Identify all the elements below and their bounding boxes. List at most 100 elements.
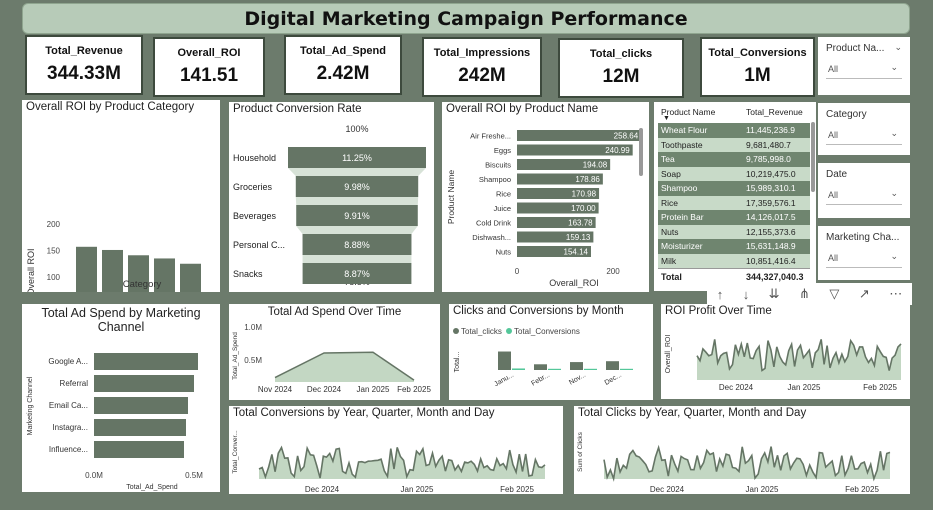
double-arrow-down-icon[interactable]: ⇊	[769, 286, 780, 302]
y-axis-label: Overall ROI	[26, 248, 36, 292]
chart-ad-spend-over-time[interactable]: Total Ad Spend Over Time 1.0M 0.5M Total_A…	[229, 304, 440, 400]
sort-desc-icon[interactable]: ▼	[663, 115, 670, 122]
chevron-down-icon: ⌄	[890, 62, 898, 72]
bar-conversions	[620, 368, 633, 370]
conversion-funnel-svg: 100%78.8%11.25%Household9.98%Groceries9.…	[233, 124, 426, 287]
filter-icon[interactable]: ▽	[829, 286, 839, 302]
slicer-dropdown[interactable]: All ⌄	[826, 127, 902, 145]
chart-roi-by-product[interactable]: Overall ROI by Product Name 258.64 Air Fr…	[442, 102, 649, 292]
x-tick-label: Dec 2024	[719, 383, 754, 392]
category-label: Biscuits	[485, 161, 511, 170]
chart-roi-by-category[interactable]: Overall ROI by Product Category 200 150 10…	[22, 100, 220, 292]
funnel-category-label: Groceries	[233, 182, 273, 192]
revenue-table[interactable]: Product Name Total_Revenue ▼ Wheat Flour…	[654, 102, 816, 291]
chevron-down-icon: ⌄	[890, 128, 898, 138]
funnel-value-label: 8.88%	[344, 240, 370, 250]
dashboard-title-bar: Digital Marketing Campaign Performance	[22, 3, 910, 34]
kpi-label: Total_Conversions	[708, 47, 807, 59]
slicer-marketing-channel[interactable]: Marketing Cha... All ⌄	[818, 226, 910, 280]
bar	[102, 249, 123, 292]
total-label: Total	[661, 272, 682, 282]
arrow-up-icon[interactable]: ↑	[717, 287, 724, 302]
x-tick-label: Febr...	[530, 372, 551, 388]
bar-value-label: 240.99	[605, 146, 630, 155]
bar-value-label: 154.14	[564, 248, 589, 257]
y-axis-label: Total_Conver...	[232, 430, 239, 474]
category-label: Shampoo	[479, 175, 511, 184]
cell-total-revenue: 15,631,148.9	[746, 241, 796, 251]
chart-roi-profit[interactable]: ROI Profit Over Time Overall_ROI Dec 2024…	[661, 304, 910, 399]
cell-product-name: Milk	[661, 255, 677, 266]
table-row[interactable]: Protein Bar 14,126,017.5	[658, 210, 810, 225]
slicer-date[interactable]: Date All ⌄	[818, 163, 910, 218]
table-row[interactable]: Rice 17,359,576.1	[658, 195, 810, 211]
chart-clicks-conversions[interactable]: Clicks and Conversions by Month Total_cl…	[449, 304, 653, 400]
x-tick-label: Dec 2024	[307, 385, 342, 394]
table-row[interactable]: Nuts 12,155,373.6	[658, 224, 810, 240]
table-row[interactable]: Shampoo 15,989,310.1	[658, 181, 810, 196]
y-tick-label: 100	[47, 273, 61, 282]
slicer-category[interactable]: Category All ⌄	[818, 103, 910, 155]
kpi-card-total-revenue: Total_Revenue 344.33M	[25, 35, 143, 95]
category-label: Cold Drink	[476, 219, 511, 228]
bar-conversions	[512, 368, 525, 370]
slicer-value: All	[828, 130, 839, 140]
legend-marker	[506, 328, 512, 334]
y-axis-label: Total...	[454, 352, 461, 373]
category-label: Influence...	[49, 445, 88, 454]
table-row[interactable]: Toothpaste 9,681,480.7	[658, 137, 810, 153]
bar	[76, 246, 97, 292]
chevron-down-icon[interactable]: ⌄	[894, 42, 902, 53]
kpi-card-total-impressions: Total_Impressions 242M	[422, 37, 542, 97]
expand-icon[interactable]: ↗	[859, 286, 870, 302]
chart-conversion-rate[interactable]: Product Conversion Rate 100%78.8%11.25%H…	[229, 102, 434, 292]
table-row[interactable]: Moisturizer 15,631,148.9	[658, 239, 810, 254]
more-icon[interactable]: ⋯	[889, 286, 902, 302]
y-tick-label: 1.0M	[244, 323, 262, 332]
cell-total-revenue: 11,445,236.9	[746, 125, 795, 135]
bar-conversions	[584, 368, 597, 370]
funnel-top-label: 100%	[345, 124, 368, 134]
clicks-conversions-svg: Total_clicks Total_Conversions Total... Jan…	[453, 327, 633, 388]
cell-total-revenue: 10,851,416.4	[746, 255, 796, 266]
kpi-label: Total_Revenue	[45, 45, 123, 57]
table-row[interactable]: Wheat Flour 11,445,236.9	[658, 123, 810, 138]
category-label: Juice	[493, 204, 511, 213]
funnel-connector	[288, 168, 426, 176]
legend-label: Total_clicks	[461, 327, 502, 336]
category-label: Air Freshe...	[470, 132, 511, 141]
bar	[94, 397, 188, 414]
bar-clicks	[534, 364, 547, 370]
chart-clicks-hierarchy[interactable]: Total Clicks by Year, Quarter, Month and…	[574, 406, 910, 494]
slicer-product-name[interactable]: Product Na... ⌄ All ⌄	[818, 37, 910, 95]
column-header-total-revenue[interactable]: Total_Revenue	[746, 107, 803, 117]
slicer-label: Marketing Cha...	[826, 232, 900, 243]
x-tick-label: 0	[515, 267, 520, 276]
x-tick-label: 0.0M	[85, 471, 103, 480]
vertical-scrollbar[interactable]	[639, 128, 643, 176]
x-tick-label: Nov...	[568, 372, 587, 387]
slicer-dropdown[interactable]: All ⌄	[826, 187, 902, 205]
chart-ad-spend-by-channel[interactable]: Total Ad Spend by Marketing Channel Goog…	[22, 304, 220, 492]
bar-clicks	[570, 362, 583, 370]
table-row[interactable]: Milk 10,851,416.4	[658, 253, 810, 269]
fork-icon[interactable]: ⋔	[799, 286, 810, 302]
slicer-dropdown[interactable]: All ⌄	[826, 61, 902, 79]
table-row[interactable]: Soap 10,219,475.0	[658, 166, 810, 182]
chevron-down-icon: ⌄	[890, 251, 898, 261]
area-fill	[259, 447, 545, 479]
category-label: Instagra...	[52, 423, 88, 432]
table-header: Product Name Total_Revenue ▼	[658, 107, 810, 122]
roi-category-svg: 200150100500HouseholdGroceriesBeveragesS…	[26, 220, 201, 292]
chart-conversions-hierarchy[interactable]: Total Conversions by Year, Quarter, Mont…	[229, 406, 563, 494]
dashboard-title: Digital Marketing Campaign Performance	[244, 7, 688, 30]
kpi-value: 12M	[602, 66, 640, 87]
kpi-label: Total_Impressions	[433, 47, 531, 59]
arrow-down-icon[interactable]: ↓	[743, 287, 750, 302]
cell-total-revenue: 15,989,310.1	[746, 183, 796, 193]
table-scrollbar[interactable]	[811, 122, 815, 192]
table-row[interactable]: Tea 9,785,998.0	[658, 152, 810, 167]
total-value: 344,327,040.3	[746, 272, 804, 282]
slicer-dropdown[interactable]: All ⌄	[826, 250, 902, 268]
bar-clicks	[498, 351, 511, 370]
